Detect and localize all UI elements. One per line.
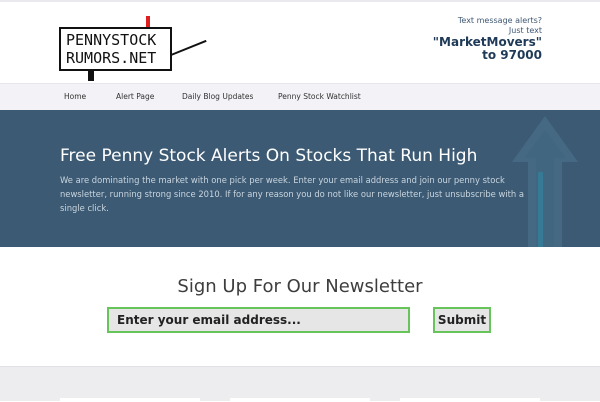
email-input[interactable] [107,307,410,333]
logo-flag [146,16,150,27]
sms-promo: Text message alerts? Just text "MarketMo… [433,16,542,62]
nav-item-home[interactable]: Home [64,84,86,111]
content-card [60,398,200,402]
site-logo[interactable]: PENNYSTOCK RUMORS.NET [59,14,219,84]
hero-title: Free Penny Stock Alerts On Stocks That R… [60,146,478,166]
nav-item-daily-blog-updates[interactable]: Daily Blog Updates [182,84,253,111]
hero-description: We are dominating the market with one pi… [60,175,525,213]
nav-item-penny-stock-watchlist[interactable]: Penny Stock Watchlist [278,84,361,111]
sms-shortcode: to 97000 [482,48,542,62]
logo-post [88,71,94,81]
content-strip [0,366,600,402]
newsletter-title: Sign Up For Our Newsletter [177,276,423,297]
content-card [230,398,370,402]
submit-button[interactable]: Submit [433,307,491,333]
nav-item-alert-page[interactable]: Alert Page [116,84,154,111]
main-nav: Home Alert Page Daily Blog Updates Penny… [0,83,600,110]
logo-line-2: RUMORS.NET [66,49,157,67]
logo-sign: PENNYSTOCK RUMORS.NET [59,27,172,71]
sms-intro: Text message alerts? Just text [457,16,542,35]
hero-banner: Free Penny Stock Alerts On Stocks That R… [0,110,600,247]
logo-line-1: PENNYSTOCK [66,31,157,49]
logo-arm [170,39,207,56]
site-header: PENNYSTOCK RUMORS.NET Text message alert… [0,2,600,83]
content-card [400,398,540,402]
